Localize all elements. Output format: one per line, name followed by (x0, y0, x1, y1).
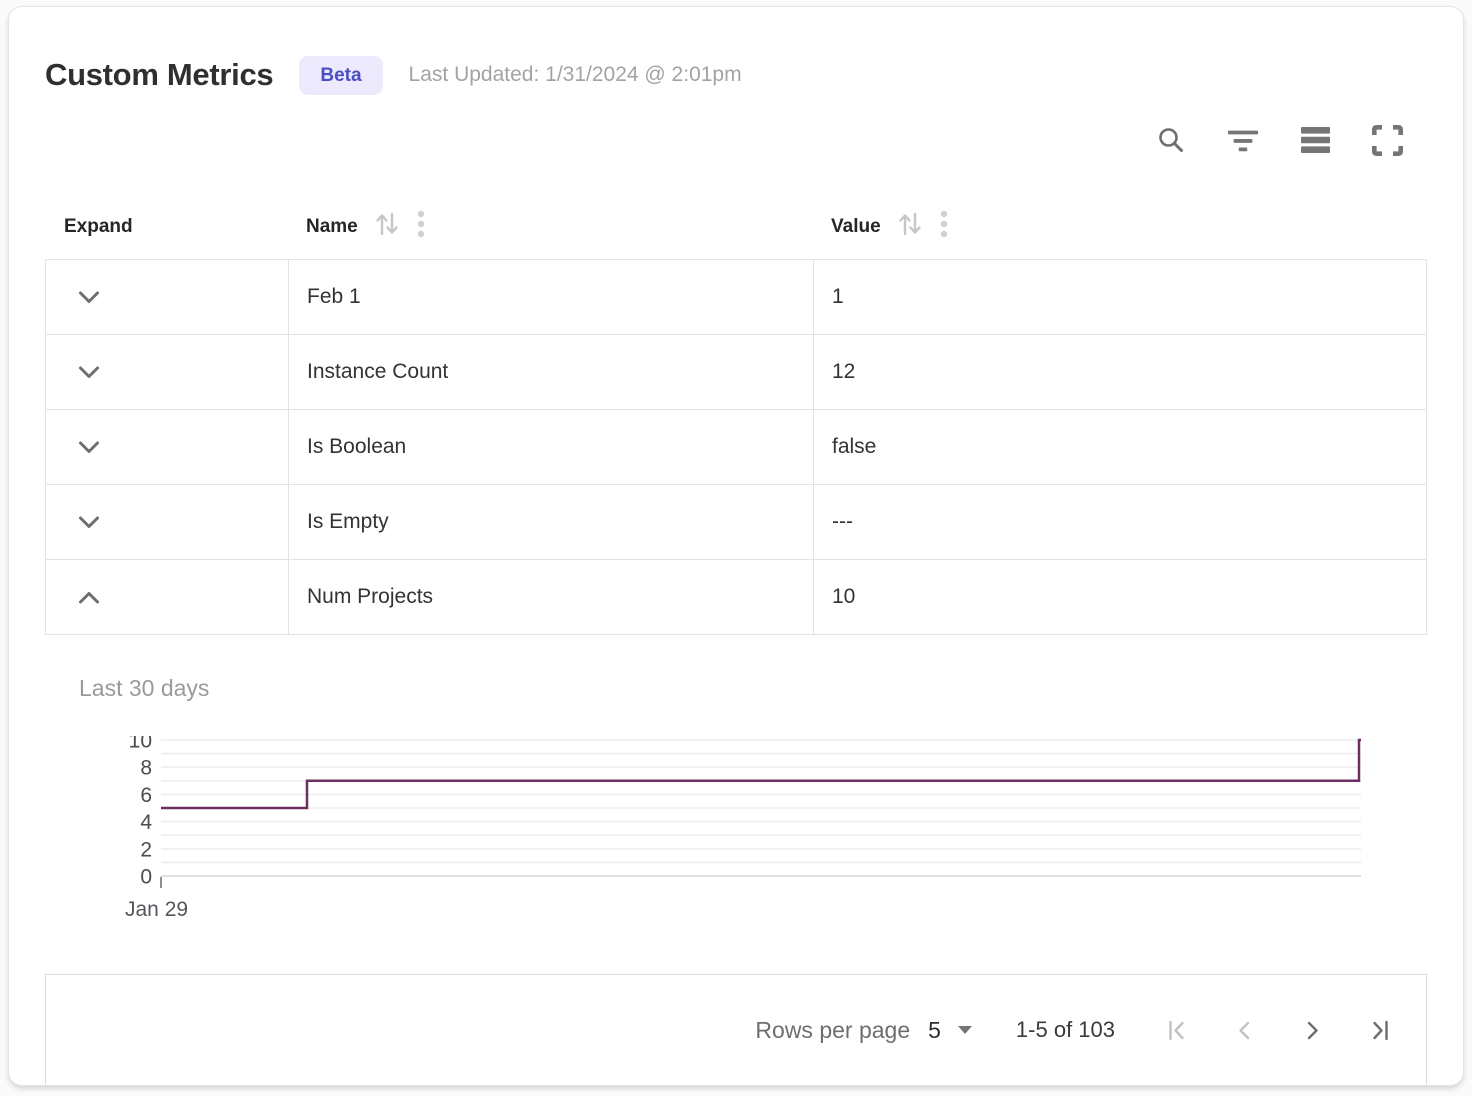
last-updated-text: Last Updated: 1/31/2024 @ 2:01pm (409, 63, 742, 87)
cell-name: Is Empty (289, 485, 814, 559)
table-footer: Rows per page 5 1-5 of 103 (45, 974, 1427, 1085)
page-title: Custom Metrics (45, 57, 273, 93)
cell-value: false (814, 410, 1426, 484)
collapse-chevron-up-icon[interactable] (78, 591, 100, 604)
custom-metrics-table: Expand Name (45, 195, 1427, 967)
rows-per-page-label: Rows per page (755, 1017, 910, 1044)
sort-icon[interactable] (372, 209, 402, 245)
row-detail-panel: Last 30 days 0 2 4 6 8 10 Jan 29 (45, 635, 1427, 967)
custom-metrics-panel: Custom Metrics Beta Last Updated: 1/31/2… (8, 6, 1464, 1086)
rows-per-page-select[interactable]: 5 (928, 1017, 972, 1044)
svg-text:0: 0 (140, 866, 152, 889)
table-header-row: Expand Name (45, 195, 1427, 259)
dropdown-caret-icon (958, 1026, 972, 1034)
cell-value: --- (814, 485, 1426, 559)
header: Custom Metrics Beta Last Updated: 1/31/2… (45, 7, 1427, 101)
last-page-icon[interactable] (1367, 1017, 1394, 1044)
svg-text:6: 6 (140, 784, 152, 807)
previous-page-icon[interactable] (1231, 1017, 1258, 1044)
svg-text:Jan 29: Jan 29 (125, 898, 188, 921)
svg-text:4: 4 (140, 811, 152, 834)
pagination-range: 1-5 of 103 (1016, 1017, 1115, 1043)
table-row: Instance Count 12 (46, 335, 1426, 410)
column-header-value[interactable]: Value (813, 209, 1427, 245)
column-header-name[interactable]: Name (288, 209, 813, 245)
cell-value: 1 (814, 260, 1426, 334)
table-body: Feb 1 1 Instance Count 12 Is Boo (45, 259, 1427, 635)
table-row-expanded: Num Projects 10 (46, 560, 1426, 634)
column-header-expand: Expand (45, 216, 288, 238)
rows-per-page-value: 5 (928, 1017, 941, 1044)
filter-icon[interactable] (1227, 124, 1259, 156)
column-menu-icon[interactable] (417, 209, 425, 245)
column-menu-icon[interactable] (940, 209, 948, 245)
expand-chevron-down-icon[interactable] (78, 516, 100, 529)
table-toolbar (45, 123, 1427, 157)
cell-name: Num Projects (289, 560, 814, 634)
chart-title: Last 30 days (79, 635, 1427, 702)
cell-name: Instance Count (289, 335, 814, 409)
fullscreen-icon[interactable] (1371, 124, 1403, 156)
first-page-icon[interactable] (1163, 1017, 1190, 1044)
num-projects-step-chart: 0 2 4 6 8 10 Jan 29 (111, 736, 1361, 926)
table-row: Is Boolean false (46, 410, 1426, 485)
density-icon[interactable] (1299, 124, 1331, 156)
svg-text:10: 10 (129, 736, 152, 753)
expand-chevron-down-icon[interactable] (78, 291, 100, 304)
pagination-controls (1163, 1017, 1394, 1044)
sort-icon[interactable] (895, 209, 925, 245)
cell-name: Feb 1 (289, 260, 814, 334)
search-icon[interactable] (1155, 124, 1187, 156)
next-page-icon[interactable] (1299, 1017, 1326, 1044)
table-row: Is Empty --- (46, 485, 1426, 560)
expand-chevron-down-icon[interactable] (78, 366, 100, 379)
cell-name: Is Boolean (289, 410, 814, 484)
beta-badge: Beta (299, 56, 382, 95)
cell-value: 12 (814, 335, 1426, 409)
expand-chevron-down-icon[interactable] (78, 441, 100, 454)
svg-text:8: 8 (140, 757, 152, 780)
table-row: Feb 1 1 (46, 260, 1426, 335)
cell-value: 10 (814, 560, 1426, 634)
svg-text:2: 2 (140, 838, 152, 861)
